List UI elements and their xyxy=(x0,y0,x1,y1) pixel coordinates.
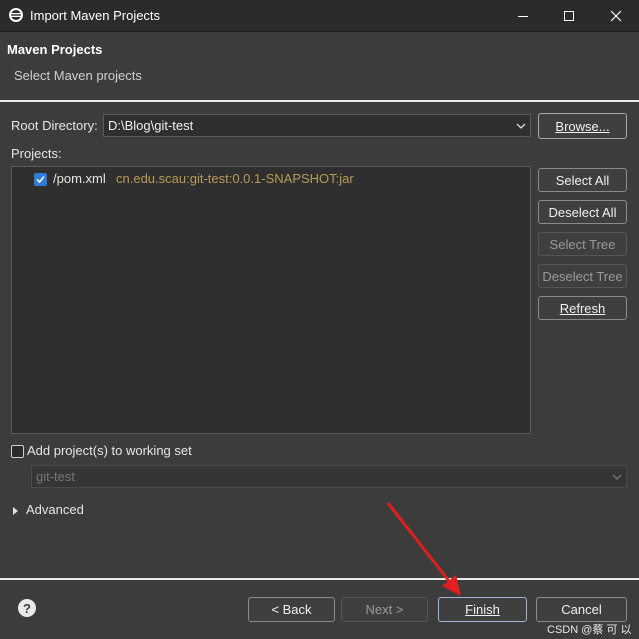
browse-button-label: Browse... xyxy=(555,118,610,134)
root-directory-value: D:\Blog\git-test xyxy=(108,118,194,133)
window-title: Import Maven Projects xyxy=(30,8,161,23)
select-tree-label: Select Tree xyxy=(549,236,616,252)
project-checkbox[interactable] xyxy=(34,173,47,186)
maximize-button[interactable] xyxy=(546,0,592,31)
footer-divider xyxy=(0,578,639,580)
root-directory-label: Root Directory: xyxy=(11,118,98,133)
project-artifact: cn.edu.scau:git-test:0.0.1-SNAPSHOT:jar xyxy=(116,171,354,186)
eclipse-app-icon xyxy=(9,8,23,22)
csdn-watermark: CSDN @蔡 可 以 xyxy=(547,624,632,636)
chevron-right-icon xyxy=(13,507,18,515)
deselect-tree-label: Deselect Tree xyxy=(542,268,623,284)
deselect-all-label: Deselect All xyxy=(548,204,617,220)
root-directory-combo[interactable]: D:\Blog\git-test xyxy=(103,114,531,137)
minimize-icon xyxy=(518,15,528,17)
projects-tree[interactable]: /pom.xml cn.edu.scau:git-test:0.0.1-SNAP… xyxy=(11,166,531,434)
page-title: Maven Projects xyxy=(7,42,103,57)
projects-label: Projects: xyxy=(11,146,62,161)
wizard-header: Maven Projects Select Maven projects xyxy=(0,32,639,100)
help-icon[interactable]: ? xyxy=(18,599,36,617)
close-button[interactable] xyxy=(593,0,639,31)
advanced-label: Advanced xyxy=(26,502,84,517)
close-icon xyxy=(610,10,622,21)
select-all-button[interactable]: Select All xyxy=(538,168,627,192)
chevron-down-icon[interactable] xyxy=(608,466,626,487)
header-divider xyxy=(0,100,639,102)
cancel-label: Cancel xyxy=(561,602,602,617)
next-label: Next > xyxy=(365,602,404,617)
working-set-label: Add project(s) to working set xyxy=(27,443,192,458)
finish-button[interactable]: Finish xyxy=(438,597,527,622)
select-tree-button[interactable]: Select Tree xyxy=(538,232,627,256)
working-set-combo[interactable]: git-test xyxy=(31,465,627,488)
deselect-all-button[interactable]: Deselect All xyxy=(538,200,627,224)
back-label: < Back xyxy=(271,602,312,617)
finish-label: Finish xyxy=(465,602,500,617)
back-button[interactable]: < Back xyxy=(248,597,335,622)
advanced-toggle[interactable]: Advanced xyxy=(12,502,102,520)
chevron-down-icon[interactable] xyxy=(512,115,530,136)
working-set-value: git-test xyxy=(36,469,76,484)
select-all-label: Select All xyxy=(555,172,610,188)
browse-button[interactable]: Browse... xyxy=(538,113,627,139)
page-subtitle: Select Maven projects xyxy=(14,68,142,83)
next-button[interactable]: Next > xyxy=(341,597,428,622)
maximize-icon xyxy=(564,10,574,21)
minimize-button[interactable] xyxy=(500,0,546,31)
cancel-button[interactable]: Cancel xyxy=(536,597,627,622)
deselect-tree-button[interactable]: Deselect Tree xyxy=(538,264,627,288)
project-row[interactable]: /pom.xml cn.edu.scau:git-test:0.0.1-SNAP… xyxy=(12,169,530,189)
project-name: /pom.xml xyxy=(53,171,106,186)
refresh-label: Refresh xyxy=(559,300,606,316)
refresh-button[interactable]: Refresh xyxy=(538,296,627,320)
title-bar: Import Maven Projects xyxy=(0,0,639,32)
working-set-checkbox[interactable] xyxy=(11,445,24,458)
